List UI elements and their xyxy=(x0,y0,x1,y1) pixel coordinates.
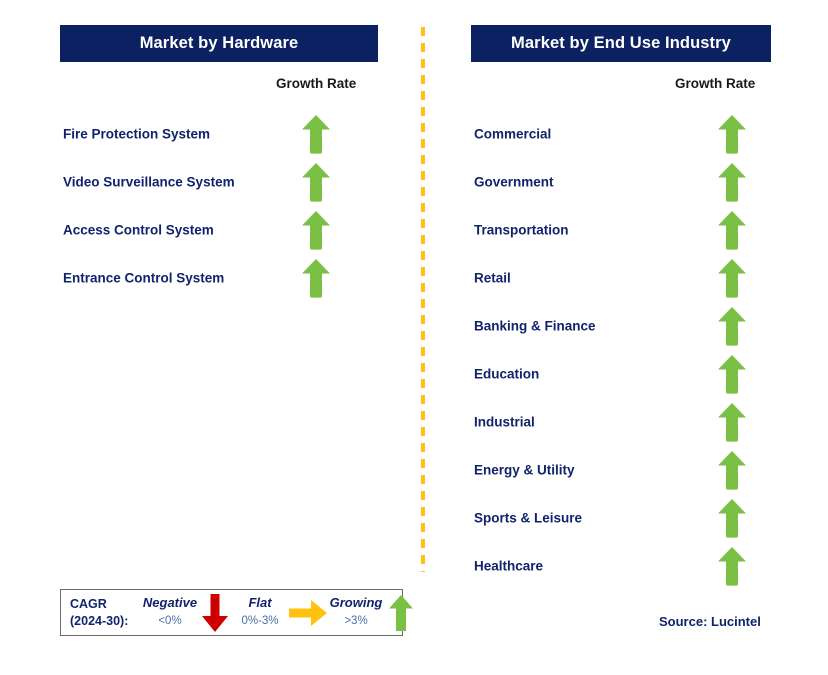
legend-range-negative: <0% xyxy=(158,615,182,627)
arrow-up-icon xyxy=(301,210,331,250)
segment-label: Healthcare xyxy=(474,558,544,574)
segment-label: Banking & Finance xyxy=(474,318,596,334)
arrow-up-icon xyxy=(717,258,747,298)
segment-row: Sports & Leisure xyxy=(471,494,771,542)
legend-range-growing: >3% xyxy=(344,615,368,627)
arrow-up-icon xyxy=(389,594,413,631)
arrow-up-icon xyxy=(717,402,747,442)
panel-title-left: Market by Hardware xyxy=(139,34,299,52)
arrow-up-icon xyxy=(301,162,331,202)
segment-label: Entrance Control System xyxy=(63,270,225,286)
segment-label: Retail xyxy=(474,270,511,286)
segment-row: Fire Protection System xyxy=(60,110,378,158)
segment-label: Transportation xyxy=(474,222,569,238)
arrow-up-icon xyxy=(717,114,747,154)
panel-title-right: Market by End Use Industry xyxy=(511,34,731,52)
legend-cagr-label: CAGR (2024-30): xyxy=(70,596,128,630)
panel-header-left: Market by Hardware xyxy=(60,25,378,62)
segment-row: Education xyxy=(471,350,771,398)
legend-range-flat: 0%-3% xyxy=(241,615,279,627)
segment-row: Entrance Control System xyxy=(60,254,378,302)
segment-label: Commercial xyxy=(474,126,552,142)
segment-label: Fire Protection System xyxy=(63,126,211,142)
segment-list-right: Commercial Government Transportation Retail… xyxy=(471,110,771,590)
segment-label: Energy & Utility xyxy=(474,462,575,478)
arrow-up-icon xyxy=(717,450,747,490)
growth-rate-column-label-right: Growth Rate xyxy=(675,76,756,91)
arrow-up-icon xyxy=(301,114,331,154)
legend-item-negative: Negative <0% xyxy=(131,590,209,635)
segment-row: Transportation xyxy=(471,206,771,254)
segment-label: Sports & Leisure xyxy=(474,510,583,526)
vertical-dashed-divider xyxy=(421,27,425,572)
arrow-up-icon xyxy=(717,210,747,250)
segment-list-left: Fire Protection System Video Surveillance… xyxy=(60,110,378,302)
arrow-up-icon xyxy=(717,306,747,346)
segment-row: Government xyxy=(471,158,771,206)
arrow-up-icon xyxy=(717,546,747,586)
legend-item-flat: Flat 0%-3% xyxy=(224,590,296,635)
arrow-up-icon xyxy=(717,162,747,202)
legend-label-flat: Flat xyxy=(248,595,272,610)
segment-row: Retail xyxy=(471,254,771,302)
legend-cagr-line1: CAGR xyxy=(70,597,107,611)
segment-row: Energy & Utility xyxy=(471,446,771,494)
legend-label-negative: Negative xyxy=(142,595,198,610)
segment-label: Industrial xyxy=(474,414,535,430)
legend-cagr-line2: (2024-30): xyxy=(70,614,129,628)
segment-row: Video Surveillance System xyxy=(60,158,378,206)
panel-header-right: Market by End Use Industry xyxy=(471,25,771,62)
source-attribution: Source: Lucintel xyxy=(659,614,761,629)
segment-label: Government xyxy=(474,174,554,190)
segment-label: Video Surveillance System xyxy=(63,174,235,190)
arrow-up-icon xyxy=(717,498,747,538)
arrow-up-icon xyxy=(301,258,331,298)
segment-label: Access Control System xyxy=(63,222,214,238)
legend-label-growing: Growing xyxy=(329,595,383,610)
segment-label: Education xyxy=(474,366,540,382)
cagr-legend: CAGR (2024-30): Negative <0% Flat 0%-3% xyxy=(60,589,413,636)
segment-row: Healthcare xyxy=(471,542,771,590)
legend-item-growing: Growing >3% xyxy=(316,590,396,635)
segment-row: Banking & Finance xyxy=(471,302,771,350)
segment-row: Industrial xyxy=(471,398,771,446)
growth-rate-column-label-left: Growth Rate xyxy=(276,76,357,91)
arrow-up-icon xyxy=(717,354,747,394)
segment-row: Access Control System xyxy=(60,206,378,254)
segment-row: Commercial xyxy=(471,110,771,158)
infographic-canvas: Market by Hardware Growth Rate Fire Prot… xyxy=(0,0,828,675)
